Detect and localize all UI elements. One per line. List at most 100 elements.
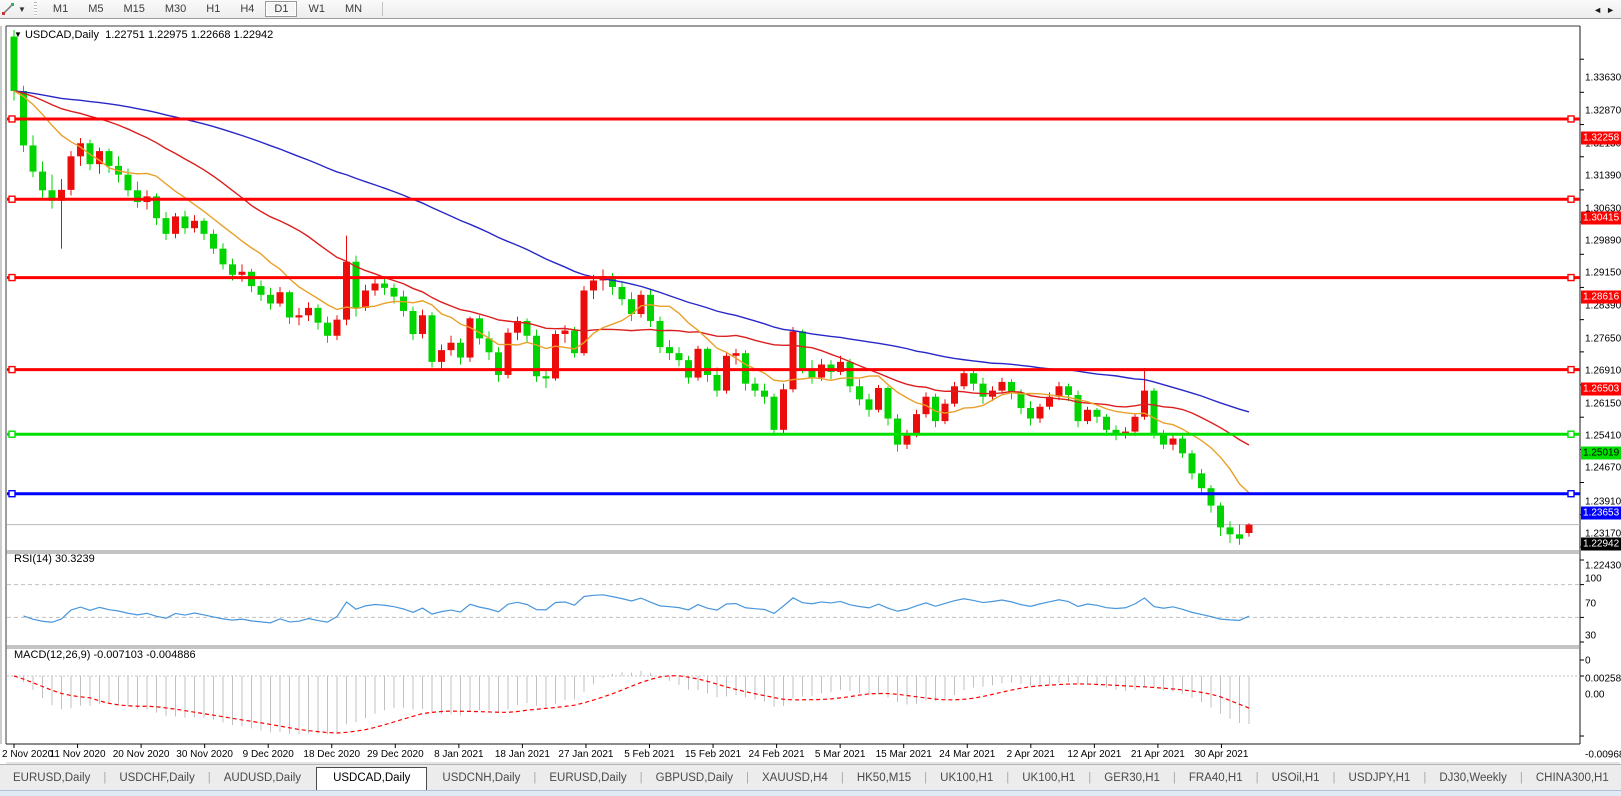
rsi-axis-tick: 100 xyxy=(1585,574,1602,585)
chart-tab-ger30[interactable]: GER30,H1 xyxy=(1091,768,1173,788)
chart-tab-usdcad[interactable]: USDCAD,Daily xyxy=(316,767,427,791)
date-axis-tick[interactable]: 30 Apr 2021 xyxy=(1194,749,1248,760)
date-axis-tick[interactable]: 24 Mar 2021 xyxy=(939,749,995,760)
price-axis-tick: 1.33630 xyxy=(1585,73,1621,84)
tab-scroll-arrows: ◄► xyxy=(1593,5,1619,15)
ma-fast-line xyxy=(14,91,1249,493)
chart-window[interactable]: ▼ USDCAD,Daily 1.22751 1.22975 1.22668 1… xyxy=(0,19,1621,764)
date-axis-tick[interactable]: 18 Dec 2020 xyxy=(303,749,360,760)
price-axis-tick: 1.32870 xyxy=(1585,106,1621,117)
horizontal-level-line[interactable] xyxy=(7,116,1580,122)
timeframe-toolbar: ▼ M1M5M15M30H1H4D1W1MN xyxy=(0,0,1621,19)
price-level-label: 1.25019 xyxy=(1581,447,1621,460)
macd-histogram xyxy=(14,671,1249,735)
toolbar-separator xyxy=(382,2,383,16)
rsi-line xyxy=(24,595,1250,623)
macd-axis-tick: 0.00258 xyxy=(1585,674,1621,685)
timeframe-button-h1[interactable]: H1 xyxy=(197,1,229,17)
timeframe-button-m15[interactable]: M15 xyxy=(114,1,153,17)
timeframe-button-m5[interactable]: M5 xyxy=(79,1,112,17)
date-axis-tick[interactable]: 2 Nov 2020 xyxy=(2,749,53,760)
timeframe-button-m1[interactable]: M1 xyxy=(44,1,77,17)
price-level-label: 1.32258 xyxy=(1581,131,1621,144)
date-axis-tick[interactable]: 27 Jan 2021 xyxy=(558,749,613,760)
collapse-triangle-icon[interactable]: ▼ xyxy=(14,30,22,39)
chart-tab-gbpusd[interactable]: GBPUSD,Daily xyxy=(643,768,746,788)
date-axis-tick[interactable]: 20 Nov 2020 xyxy=(113,749,170,760)
price-axis-tick: 1.22430 xyxy=(1585,560,1621,571)
date-axis-tick[interactable]: 2 Apr 2021 xyxy=(1007,749,1055,760)
rsi-label: RSI(14) 30.3239 xyxy=(14,553,95,565)
timeframe-button-mn[interactable]: MN xyxy=(336,1,371,17)
mt4-terminal: ▼ M1M5M15M30H1H4D1W1MN ▼ USDCAD,Daily 1.… xyxy=(0,0,1621,796)
dropdown-caret-icon[interactable]: ▼ xyxy=(18,5,26,14)
tab-scroll-left-icon[interactable]: ◄ xyxy=(1593,5,1606,15)
timeframe-button-h4[interactable]: H4 xyxy=(231,1,263,17)
symbol-label: USDCAD,Daily xyxy=(25,29,99,41)
line-studies-icon[interactable] xyxy=(1,2,16,16)
date-axis-tick[interactable]: 21 Apr 2021 xyxy=(1131,749,1185,760)
status-bar xyxy=(0,790,1621,796)
timeframe-button-w1[interactable]: W1 xyxy=(299,1,334,17)
candlestick-series xyxy=(11,30,1253,545)
macd-axis-tick: 0.00 xyxy=(1585,690,1604,701)
ma-mid-line xyxy=(14,91,1249,445)
rsi-axis-tick: 30 xyxy=(1585,631,1596,642)
chart-tab-usdjpy[interactable]: USDJPY,H1 xyxy=(1336,768,1424,788)
price-axis-tick: 1.29890 xyxy=(1585,236,1621,247)
ohlc-values: 1.22751 1.22975 1.22668 1.22942 xyxy=(105,29,273,41)
chart-tab-usoil[interactable]: USOil,H1 xyxy=(1259,768,1333,788)
price-axis-tick: 1.26150 xyxy=(1585,398,1621,409)
date-axis-tick[interactable]: 15 Feb 2021 xyxy=(685,749,741,760)
rsi-axis-tick: 0 xyxy=(1585,656,1591,667)
timeframe-button-m30[interactable]: M30 xyxy=(156,1,195,17)
price-axis-tick: 1.26910 xyxy=(1585,365,1621,376)
price-level-label: 1.23653 xyxy=(1581,506,1621,519)
date-axis-tick[interactable]: 24 Feb 2021 xyxy=(749,749,805,760)
date-axis-tick[interactable]: 29 Dec 2020 xyxy=(367,749,424,760)
chart-tab-usdcnh[interactable]: USDCNH,Daily xyxy=(429,768,533,788)
timeframe-button-d1[interactable]: D1 xyxy=(265,1,297,17)
chart-tab-dj30[interactable]: DJ30,Weekly xyxy=(1426,768,1520,788)
ma-slow-line xyxy=(14,91,1249,412)
horizontal-level-line[interactable] xyxy=(7,196,1580,202)
chart-tab-audusd[interactable]: AUDUSD,Daily xyxy=(211,768,314,788)
macd-axis-tick: -0.00968 xyxy=(1585,750,1621,761)
chart-tab-usdchf[interactable]: USDCHF,Daily xyxy=(106,768,207,788)
price-level-label: 1.30415 xyxy=(1581,212,1621,225)
chart-tab-uk100[interactable]: UK100,H1 xyxy=(1009,768,1088,788)
price-axis-tick: 1.27650 xyxy=(1585,333,1621,344)
horizontal-level-line[interactable] xyxy=(7,275,1580,281)
tab-scroll-right-icon[interactable]: ► xyxy=(1606,5,1619,15)
chart-canvas[interactable] xyxy=(0,19,1621,764)
date-axis-tick[interactable]: 11 Nov 2020 xyxy=(50,749,106,760)
date-axis-tick[interactable]: 15 Mar 2021 xyxy=(876,749,932,760)
current-price-label: 1.22942 xyxy=(1581,537,1621,550)
macd-signal-line xyxy=(14,676,1249,733)
chart-tab-fra40[interactable]: FRA40,H1 xyxy=(1176,768,1256,788)
horizontal-level-line[interactable] xyxy=(7,431,1580,437)
chart-symbol-ohlc: ▼ USDCAD,Daily 1.22751 1.22975 1.22668 1… xyxy=(14,29,273,41)
price-axis-tick: 1.29150 xyxy=(1585,268,1621,279)
price-level-label: 1.28616 xyxy=(1581,290,1621,303)
chart-tab-uk100[interactable]: UK100,H1 xyxy=(927,768,1006,788)
timeframe-buttons: M1M5M15M30H1H4D1W1MN xyxy=(43,1,372,17)
macd-label: MACD(12,26,9) -0.007103 -0.004886 xyxy=(14,649,196,661)
date-axis-tick[interactable]: 12 Apr 2021 xyxy=(1067,749,1121,760)
price-axis-tick: 1.24670 xyxy=(1585,463,1621,474)
horizontal-level-line[interactable] xyxy=(7,491,1580,497)
date-axis-tick[interactable]: 30 Nov 2020 xyxy=(176,749,233,760)
date-axis-tick[interactable]: 5 Feb 2021 xyxy=(624,749,675,760)
chart-tab-eurusd[interactable]: EURUSD,Daily xyxy=(536,768,639,788)
date-axis-tick[interactable]: 8 Jan 2021 xyxy=(434,749,484,760)
date-axis-tick[interactable]: 5 Mar 2021 xyxy=(815,749,866,760)
price-axis-tick: 1.25410 xyxy=(1585,431,1621,442)
toolbar-grip[interactable] xyxy=(34,2,37,16)
chart-tab-china300[interactable]: CHINA300,H1 xyxy=(1523,768,1621,788)
date-axis-tick[interactable]: 18 Jan 2021 xyxy=(495,749,550,760)
date-axis-tick[interactable]: 9 Dec 2020 xyxy=(243,749,294,760)
chart-tab-eurusd[interactable]: EURUSD,Daily xyxy=(0,768,103,788)
chart-tab-bar: EURUSD,Daily|USDCHF,Daily|AUDUSD,DailyUS… xyxy=(0,764,1621,790)
chart-tab-xauusd[interactable]: XAUUSD,H4 xyxy=(749,768,841,788)
chart-tab-hk50[interactable]: HK50,M15 xyxy=(844,768,924,788)
